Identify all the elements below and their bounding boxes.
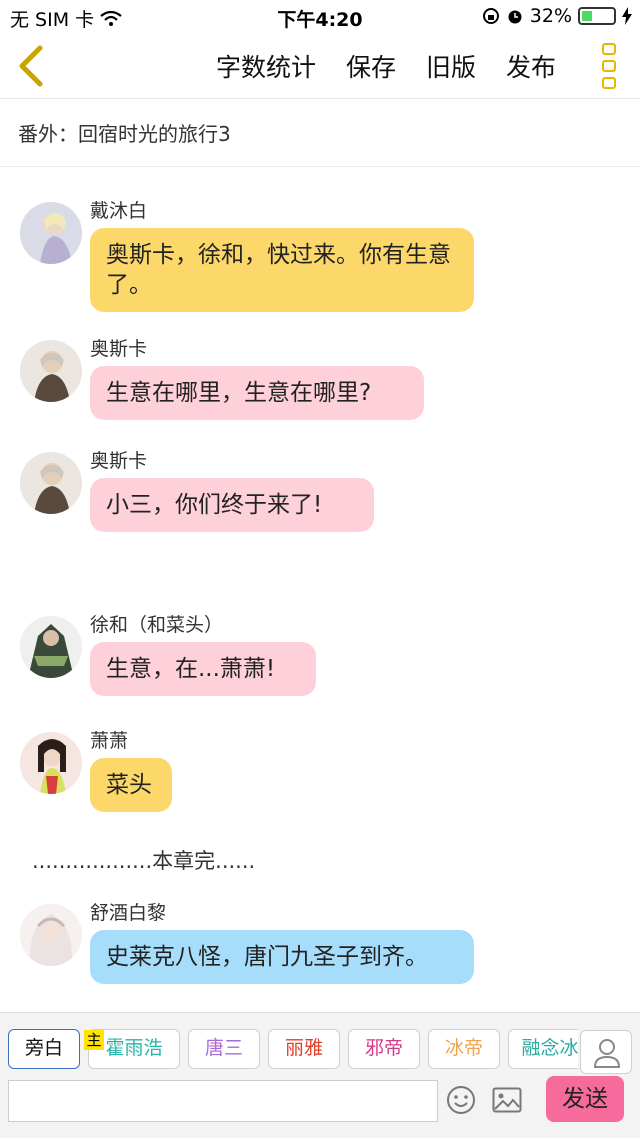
message-bubble[interactable]: 菜头 xyxy=(90,758,172,812)
charging-icon xyxy=(622,7,632,25)
message-bubble[interactable]: 生意在哪里，生意在哪里? xyxy=(90,366,424,420)
add-character-button[interactable] xyxy=(580,1030,632,1074)
sender-name: 奥斯卡 xyxy=(90,338,148,360)
character-chip[interactable]: 丽雅 xyxy=(268,1029,340,1069)
character-chip[interactable]: 邪帝 xyxy=(348,1029,420,1069)
divider xyxy=(0,98,640,99)
character-chip-label: 丽雅 xyxy=(284,1037,323,1059)
battery-icon xyxy=(578,7,616,25)
person-icon xyxy=(593,1039,621,1068)
sender-name: 奥斯卡 xyxy=(90,450,148,472)
message-input[interactable] xyxy=(8,1080,438,1122)
battery-percent: 32% xyxy=(529,5,572,27)
status-bar: 无 SIM 卡 下午4:20 32% xyxy=(0,0,640,34)
message-bubble[interactable]: 生意，在...萧萧! xyxy=(90,642,316,696)
message-bubble[interactable]: 史莱克八怪，唐门九圣子到齐。 xyxy=(90,930,474,984)
alarm-icon xyxy=(508,10,522,24)
message-bubble[interactable]: 奥斯卡，徐和，快过来。你有生意了。 xyxy=(90,228,474,312)
more-menu-icon[interactable] xyxy=(602,43,622,89)
publish-button[interactable]: 发布 xyxy=(506,48,556,84)
rotation-lock-icon xyxy=(482,8,499,24)
character-chip-label: 霍雨浩 xyxy=(105,1037,163,1059)
character-chip-label: 邪帝 xyxy=(364,1037,403,1059)
sender-name: 舒酒白黎 xyxy=(90,902,167,924)
image-icon[interactable] xyxy=(492,1087,522,1113)
avatar[interactable] xyxy=(20,202,82,264)
character-chip-label: 冰帝 xyxy=(444,1037,483,1059)
character-chip-label: 唐三 xyxy=(204,1037,243,1059)
emoji-icon[interactable] xyxy=(446,1085,476,1115)
save-button[interactable]: 保存 xyxy=(346,48,396,84)
character-chip-label: 旁白 xyxy=(24,1037,63,1059)
sender-name: 徐和（和菜头） xyxy=(90,614,224,636)
send-button[interactable]: 发送 xyxy=(546,1076,624,1122)
avatar[interactable] xyxy=(20,616,82,678)
chapter-title: 番外：回宿时光的旅行3 xyxy=(18,122,231,146)
sender-name: 萧萧 xyxy=(90,730,129,752)
back-icon[interactable] xyxy=(10,42,50,90)
message-bubble[interactable]: 小三，你们终于来了! xyxy=(90,478,374,532)
character-chip[interactable]: 唐三 xyxy=(188,1029,260,1069)
main-character-badge: 主 xyxy=(84,1030,104,1050)
divider xyxy=(0,166,640,167)
avatar[interactable] xyxy=(20,904,82,966)
sender-name: 戴沐白 xyxy=(90,200,148,222)
character-chip-narrator[interactable]: 旁白 xyxy=(8,1029,80,1069)
avatar[interactable] xyxy=(20,452,82,514)
character-chip[interactable]: 融念冰 xyxy=(508,1029,578,1069)
character-chip[interactable]: 冰帝 xyxy=(428,1029,500,1069)
avatar[interactable] xyxy=(20,732,82,794)
character-chip-label: 融念冰 xyxy=(521,1037,578,1059)
nav-bar: 字数统计 保存 旧版 发布 xyxy=(0,34,640,98)
word-count-button[interactable]: 字数统计 xyxy=(216,48,316,84)
old-version-button[interactable]: 旧版 xyxy=(426,48,476,84)
narration-text: ..................本章完...... xyxy=(32,849,256,873)
avatar[interactable] xyxy=(20,340,82,402)
